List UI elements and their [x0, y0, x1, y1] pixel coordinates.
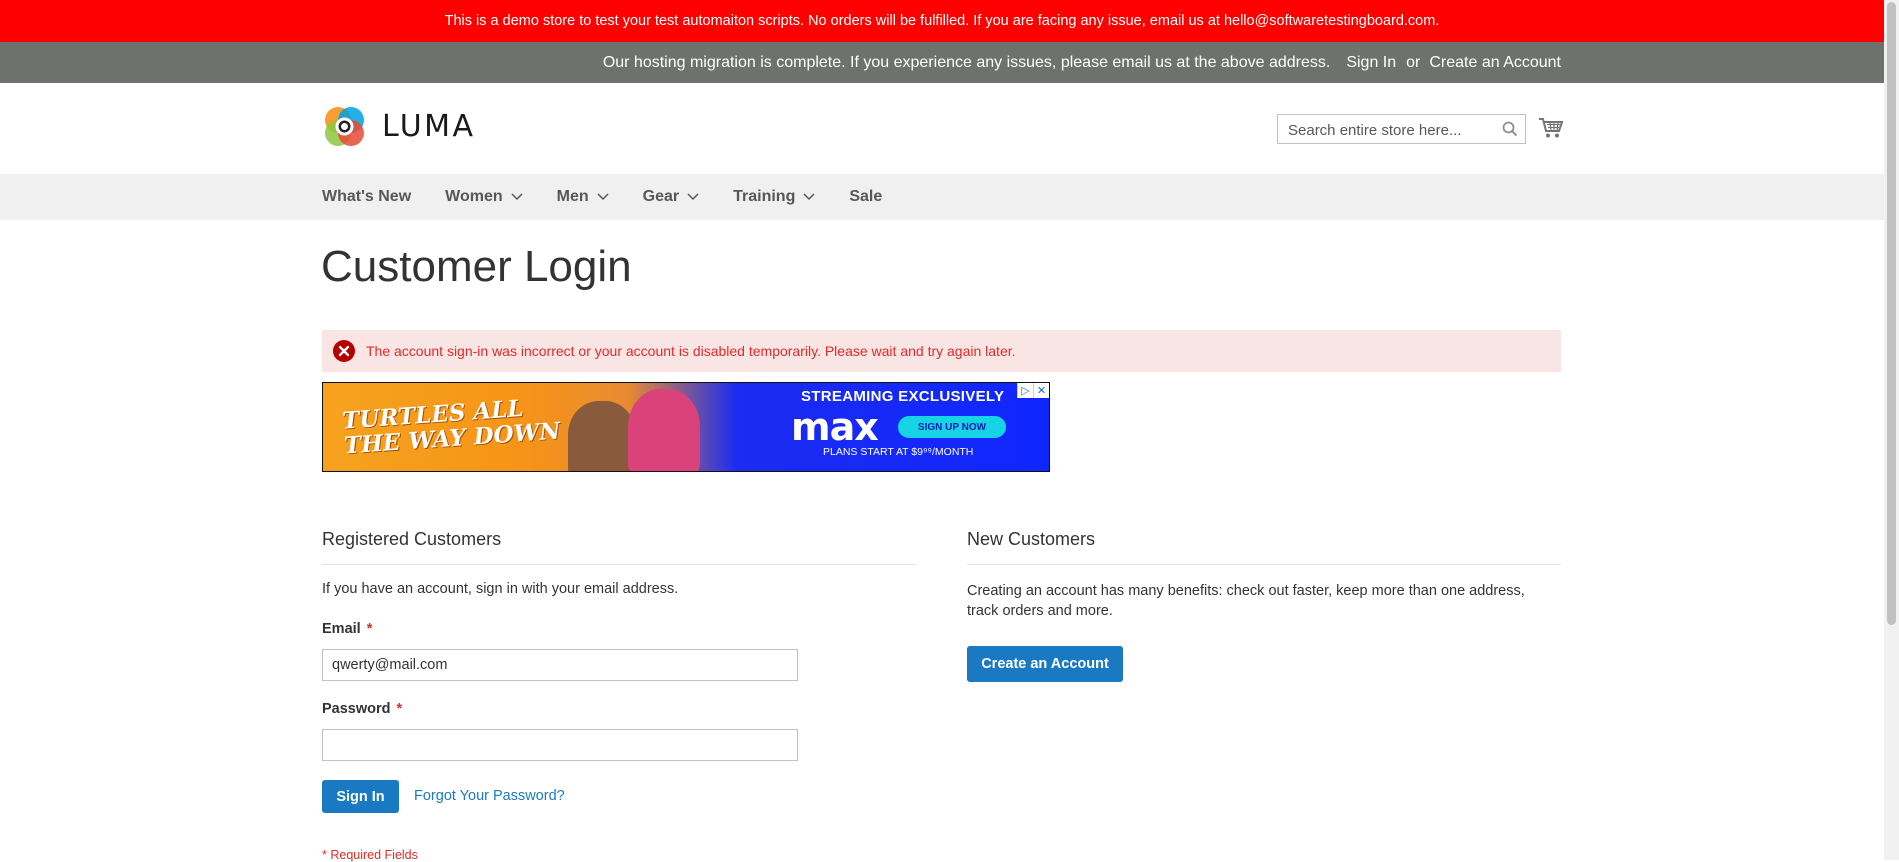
nav-item-label: Women	[445, 188, 503, 205]
luma-logo-icon	[325, 107, 364, 146]
ad-person-image	[568, 401, 636, 471]
page-title: Customer Login	[321, 242, 632, 291]
chevron-down-icon	[597, 193, 609, 201]
demo-store-notice: This is a demo store to test your test a…	[0, 0, 1884, 42]
divider	[967, 564, 1561, 565]
nav-item-label: Men	[556, 188, 589, 205]
error-message: The account sign-in was incorrect or you…	[322, 330, 1561, 372]
chevron-down-icon	[511, 193, 523, 201]
email-field[interactable]	[322, 649, 798, 681]
chevron-down-icon	[803, 193, 815, 201]
nav-item-sale[interactable]: Sale	[849, 188, 882, 206]
required-asterisk: *	[396, 701, 403, 717]
password-field[interactable]	[322, 729, 798, 761]
header-links: Our hosting migration is complete. If yo…	[603, 42, 1561, 83]
ad-person-image	[628, 389, 700, 471]
email-label-text: Email	[322, 621, 361, 637]
nav-item-men[interactable]: Men	[557, 188, 609, 206]
ad-plans-text: PLANS START AT $9⁹⁹/MONTH	[823, 446, 974, 458]
create-account-link[interactable]: Create an Account	[1429, 54, 1561, 72]
error-icon	[333, 340, 355, 362]
error-message-text: The account sign-in was incorrect or you…	[366, 343, 1016, 359]
ad-close-icon[interactable]: ✕	[1033, 383, 1049, 398]
nav-item-label: Training	[733, 188, 796, 205]
ad-controls: ▷ ✕	[1017, 383, 1049, 398]
new-customers-text: Creating an account has many benefits: c…	[967, 583, 1525, 619]
search-icon[interactable]	[1502, 121, 1518, 142]
or-separator: or	[1406, 53, 1421, 71]
password-label: Password *	[322, 701, 402, 717]
page-scrollbar[interactable]	[1884, 0, 1899, 860]
nav-item-training[interactable]: Training	[733, 188, 815, 206]
registered-customers-title: Registered Customers	[322, 529, 502, 549]
migration-notice: Our hosting migration is complete. If yo…	[602, 53, 1331, 71]
chevron-down-icon	[687, 193, 699, 201]
ad-signup-button[interactable]: SIGN UP NOW	[898, 416, 1006, 438]
sign-in-link[interactable]: Sign In	[1346, 54, 1396, 72]
demo-notice-text: This is a demo store to test your test a…	[444, 13, 1440, 29]
nav-item-label: Sale	[849, 188, 883, 205]
scrollbar-thumb[interactable]	[1887, 2, 1896, 625]
nav-item-label: What's New	[322, 188, 412, 205]
divider	[322, 564, 917, 565]
required-asterisk: *	[366, 621, 373, 637]
panel-header: Our hosting migration is complete. If yo…	[0, 42, 1884, 83]
forgot-password-link[interactable]: Forgot Your Password?	[414, 788, 565, 804]
search-box	[1277, 114, 1526, 145]
ad-movie-title: TURTLES ALL THE WAY DOWN	[341, 394, 561, 460]
search-input[interactable]	[1286, 115, 1500, 145]
nav-item-gear[interactable]: Gear	[643, 188, 699, 206]
cart-icon[interactable]	[1538, 117, 1564, 144]
nav-item-women[interactable]: Women	[445, 188, 523, 206]
create-account-button[interactable]: Create an Account	[967, 646, 1123, 682]
nav-item-label: Gear	[642, 188, 680, 205]
main-navigation: What's New Women Men Gear Training Sale	[0, 174, 1884, 220]
new-customers-title: New Customers	[967, 529, 1096, 549]
ad-streaming-text: STREAMING EXCLUSIVELY	[801, 388, 1005, 405]
email-label: Email *	[322, 621, 372, 637]
nav-item-whats-new[interactable]: What's New	[322, 188, 411, 206]
login-intro-text: If you have an account, sign in with you…	[322, 581, 679, 597]
luma-logo[interactable]: LUMA	[322, 104, 476, 149]
sign-in-button[interactable]: Sign In	[322, 780, 399, 813]
adchoices-icon[interactable]: ▷	[1017, 383, 1033, 398]
ad-banner[interactable]: TURTLES ALL THE WAY DOWN STREAMING EXCLU…	[322, 382, 1050, 472]
header-content: LUMA	[0, 83, 1884, 174]
password-label-text: Password	[322, 701, 391, 717]
logo-text: LUMA	[382, 109, 476, 144]
ad-brand-logo: max	[791, 405, 879, 449]
